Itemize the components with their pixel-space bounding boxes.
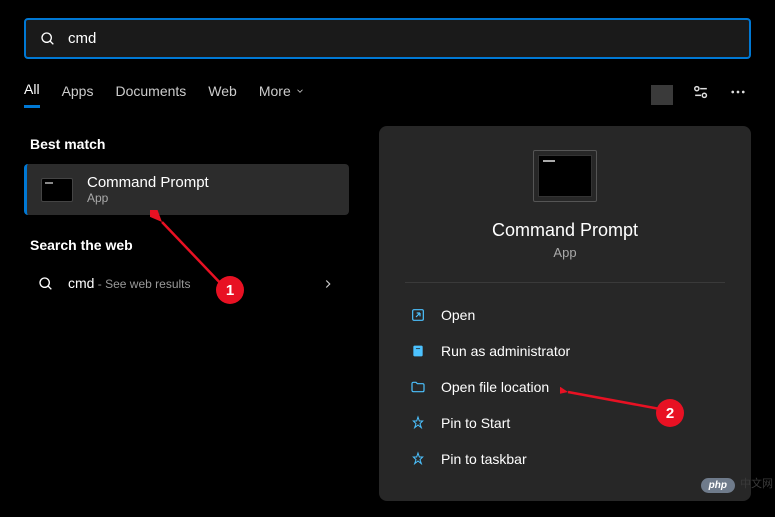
search-web-heading: Search the web [30,237,349,253]
annotation-badge-1: 1 [216,276,244,304]
action-label: Pin to taskbar [441,451,527,467]
action-open[interactable]: Open [399,297,731,333]
tab-more-label: More [259,83,291,99]
web-term: cmd [68,275,94,291]
watermark-cn: 中文网 [740,475,773,491]
tab-apps[interactable]: Apps [62,83,94,107]
pin-icon [409,450,427,468]
action-label: Open file location [441,379,549,395]
tab-more[interactable]: More [259,83,305,107]
tab-all[interactable]: All [24,81,40,108]
results-column: Best match Command Prompt App Search the… [24,126,349,501]
web-result-cmd[interactable]: cmd - See web results [24,265,349,303]
search-input[interactable] [68,30,735,47]
pin-icon [409,414,427,432]
search-icon [38,276,54,292]
tab-documents[interactable]: Documents [115,83,186,107]
result-command-prompt[interactable]: Command Prompt App [24,164,349,215]
divider [405,282,725,283]
detail-panel: Command Prompt App Open Run as administr… [379,126,751,501]
ellipsis-icon [729,83,747,101]
top-controls [651,82,747,107]
folder-icon [409,378,427,396]
chevron-right-icon [321,277,335,291]
action-pin-to-taskbar[interactable]: Pin to taskbar [399,441,731,477]
action-label: Run as administrator [441,343,570,359]
web-suffix: - See web results [94,277,190,291]
open-icon [409,306,427,324]
account-button[interactable] [651,85,673,105]
shield-icon [409,342,427,360]
chevron-down-icon [295,86,305,96]
action-open-file-location[interactable]: Open file location [399,369,731,405]
result-subtitle: App [87,191,335,205]
detail-subtitle: App [399,245,731,260]
cmd-icon [41,178,73,202]
search-icon [40,31,56,47]
best-match-heading: Best match [30,136,349,152]
cmd-icon [538,155,592,197]
watermark-php: php [701,478,735,493]
search-tabs: All Apps Documents Web More [24,81,751,108]
filter-icon [691,82,711,102]
more-options-button[interactable] [729,83,747,106]
tab-web[interactable]: Web [208,83,237,107]
detail-icon-frame [533,150,597,202]
search-box[interactable] [24,18,751,59]
result-title: Command Prompt [87,174,335,191]
action-run-as-administrator[interactable]: Run as administrator [399,333,731,369]
detail-title: Command Prompt [399,220,731,241]
options-button[interactable] [691,82,711,107]
action-label: Pin to Start [441,415,510,431]
action-label: Open [441,307,475,323]
annotation-badge-2: 2 [656,399,684,427]
